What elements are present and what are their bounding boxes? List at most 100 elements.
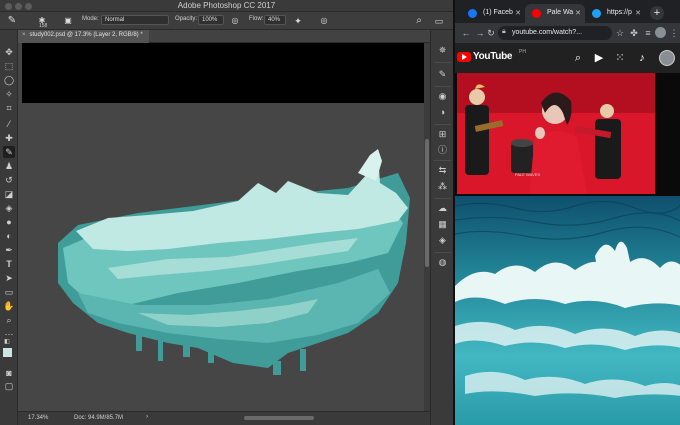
crop-tool-icon[interactable]: ⌗	[3, 102, 15, 114]
profile-avatar[interactable]	[655, 27, 666, 38]
dodge-tool-icon[interactable]: ◐	[3, 230, 15, 242]
close-tab-icon[interactable]: ✕	[635, 9, 641, 17]
horizontal-scroll-thumb[interactable]	[244, 416, 314, 420]
screen-mode-icon[interactable]: ▢	[3, 380, 15, 392]
panel-divider	[434, 252, 451, 253]
pressure-opacity-icon[interactable]: ◎	[229, 15, 241, 27]
color-panel-icon[interactable]: ◉	[436, 90, 449, 103]
close-document-icon[interactable]: ×	[22, 32, 26, 38]
new-tab-button[interactable]: +	[650, 6, 664, 20]
menu-icon[interactable]: ⋮	[667, 26, 680, 40]
tab-strip: (1) Faceb ✕ Pale Wa ✕ https://p ✕ +	[455, 0, 680, 23]
quick-mask-icon[interactable]: ◙	[3, 367, 15, 379]
default-colors-icon[interactable]: ◧	[1, 336, 13, 348]
apps-grid-icon[interactable]: ⁙	[613, 51, 627, 65]
swatches-panel-icon[interactable]: ▦	[436, 218, 449, 231]
document-tab[interactable]: × study002.psd @ 17.3% (Layer 2, RGB/8) *	[18, 30, 149, 43]
hand-tool-icon[interactable]: ✋	[3, 300, 15, 312]
tab-youtube[interactable]: Pale Wa ✕	[525, 4, 585, 23]
drum-kit	[511, 139, 533, 173]
blur-tool-icon[interactable]: ●	[3, 216, 15, 228]
eraser-tool-icon[interactable]: ◪	[3, 188, 15, 200]
workspace-icon[interactable]: ▭	[433, 15, 445, 27]
zoom-level[interactable]: 17.34%	[28, 415, 48, 421]
youtube-icon	[532, 9, 541, 18]
pressure-size-icon[interactable]: ◎	[318, 15, 330, 27]
youtube-logo-text[interactable]: YouTube	[473, 51, 513, 62]
ocean-photo	[455, 196, 680, 425]
foreground-color-swatch[interactable]	[3, 348, 12, 357]
zoom-tool-icon[interactable]: ⌕	[3, 314, 15, 326]
back-icon[interactable]: ←	[459, 26, 473, 40]
twitter-icon	[592, 9, 601, 18]
marquee-tool-icon[interactable]: ⬚	[3, 60, 15, 72]
search-icon[interactable]: ⌕	[413, 15, 425, 27]
video-frame: PALE WAVES	[455, 73, 680, 196]
magic-wand-tool-icon[interactable]: ✧	[3, 88, 15, 100]
eyedropper-tool-icon[interactable]: ⁄	[3, 118, 15, 130]
tool-presets-icon[interactable]: ⇆	[436, 164, 449, 177]
brush-tool-icon[interactable]: ✎	[3, 146, 15, 158]
layers-panel-icon[interactable]: ◈	[436, 234, 449, 247]
clone-stamp-tool-icon[interactable]: ♟	[3, 160, 15, 172]
path-selection-tool-icon[interactable]: ➤	[3, 272, 15, 284]
move-tool-icon[interactable]: ✥	[3, 46, 15, 58]
search-icon[interactable]: ⌕	[571, 51, 585, 65]
video-player[interactable]: PALE WAVES	[455, 73, 680, 196]
options-bar: ✎ ✱ 158 ▣ Mode: Normal Opacity: 100% ◎ F…	[0, 12, 453, 30]
channels-panel-icon[interactable]: ☁	[436, 202, 449, 215]
tab-facebook[interactable]: (1) Faceb ✕	[461, 4, 525, 23]
info-panel-icon[interactable]: ⓘ	[436, 144, 449, 157]
close-tab-icon[interactable]: ✕	[575, 9, 581, 17]
video-overlay-text: PALE WAVES	[515, 172, 540, 177]
properties-panel-icon[interactable]: ⊞	[436, 128, 449, 141]
brush-panel-icon[interactable]: ▣	[62, 15, 74, 27]
healing-brush-tool-icon[interactable]: ✚	[3, 132, 15, 144]
brush-tool-preset-icon[interactable]: ✎	[6, 15, 18, 27]
ocean-reference-image	[455, 196, 680, 425]
tab-twitter-title: https://p	[607, 9, 632, 16]
youtube-logo-icon[interactable]	[457, 52, 471, 62]
panel-divider	[434, 160, 451, 161]
brush-size-value: 158	[39, 23, 48, 29]
reload-icon[interactable]: ↻	[484, 26, 498, 40]
address-bar[interactable]: 🔒︎ youtube.com/watch?...	[498, 26, 612, 40]
mode-select[interactable]: Normal	[101, 15, 169, 25]
toolbar-row: ← → ↻ 🔒︎ youtube.com/watch?... ☆ ✤ ≡ ⋮	[455, 23, 680, 43]
document-tab-label: study002.psd @ 17.3% (Layer 2, RGB/8) *	[29, 32, 143, 38]
youtube-header: YouTube PH ⌕ ▶ ⁙ ♪	[455, 43, 680, 73]
bookmark-star-icon[interactable]: ☆	[613, 26, 627, 40]
tab-facebook-title: (1) Faceb	[483, 9, 513, 16]
opacity-field[interactable]: 100%	[198, 15, 224, 25]
canvas-area[interactable]	[18, 43, 430, 411]
chrome-window: (1) Faceb ✕ Pale Wa ✕ https://p ✕ + ← → …	[453, 0, 680, 425]
flow-label: Flow:	[249, 16, 264, 22]
type-tool-icon[interactable]: T	[3, 258, 15, 270]
flow-field[interactable]: 40%	[264, 15, 286, 25]
more-icon[interactable]: ≡	[641, 26, 655, 40]
pen-tool-icon[interactable]: ✒	[3, 244, 15, 256]
window-title: Adobe Photoshop CC 2017	[177, 1, 276, 10]
rectangle-tool-icon[interactable]: ▭	[3, 286, 15, 298]
close-tab-icon[interactable]: ✕	[515, 9, 521, 17]
vertical-scroll-thumb[interactable]	[425, 139, 429, 267]
document-tabs: × study002.psd @ 17.3% (Layer 2, RGB/8) *	[18, 30, 430, 43]
brush-presets-icon[interactable]: ⁂	[436, 180, 449, 193]
create-video-icon[interactable]: ▶	[592, 51, 606, 65]
airbrush-icon[interactable]: ✦	[292, 15, 304, 27]
paint-bucket-tool-icon[interactable]: ◈	[3, 202, 15, 214]
brush-panel-icon[interactable]: ✎	[436, 68, 449, 81]
adjustments-panel-icon[interactable]: ◑	[436, 106, 449, 119]
tab-twitter[interactable]: https://p ✕	[585, 4, 645, 23]
paths-panel-icon[interactable]: ◍	[436, 256, 449, 269]
lasso-tool-icon[interactable]: ◯	[3, 74, 15, 86]
user-avatar[interactable]	[659, 50, 675, 66]
extensions-icon[interactable]: ✤	[627, 26, 641, 40]
status-menu-arrow-icon[interactable]: ›	[146, 414, 148, 420]
mode-label: Mode:	[82, 16, 99, 22]
facebook-icon	[468, 9, 477, 18]
panel-divider	[434, 198, 451, 199]
history-brush-tool-icon[interactable]: ↺	[3, 174, 15, 186]
notifications-bell-icon[interactable]: ♪	[635, 51, 649, 65]
navigator-panel-icon[interactable]: ✵	[436, 44, 449, 57]
